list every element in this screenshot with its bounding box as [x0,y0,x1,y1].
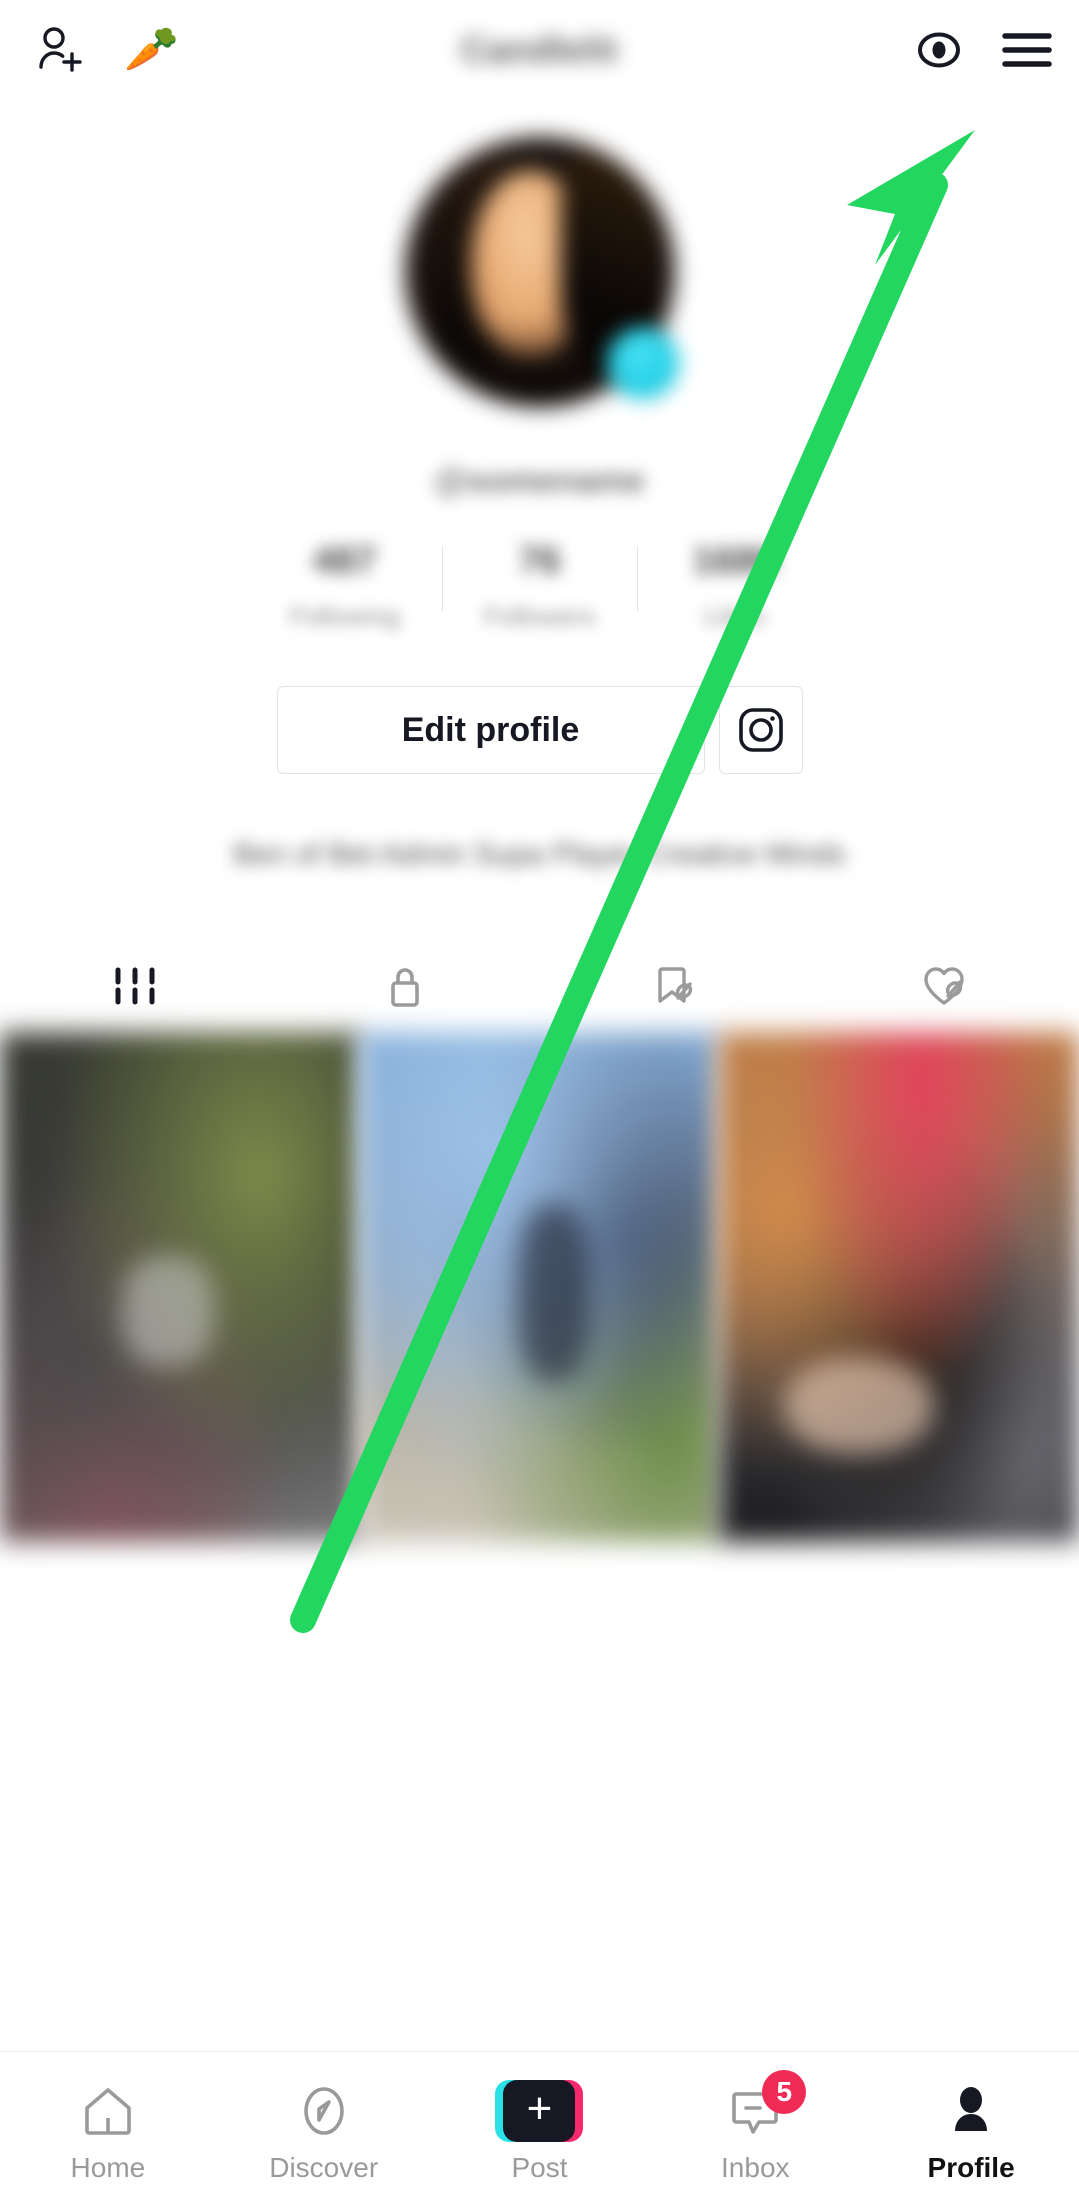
header-right-group [913,24,1053,76]
nav-label: Inbox [721,2151,790,2183]
nav-item-post[interactable]: + Post [432,2052,648,2211]
nav-item-discover[interactable]: Discover [216,2052,432,2211]
lock-icon [378,958,432,1012]
nav-item-home[interactable]: Home [0,2052,216,2211]
nav-label: Post [511,2151,568,2183]
tab-saved[interactable] [540,940,810,1030]
profile-tabbar [0,940,1079,1030]
stat-likes[interactable]: 1686 Likes [638,540,832,632]
video-thumbnail[interactable] [719,1032,1079,1542]
nav-item-profile[interactable]: Profile [863,2052,1079,2211]
nav-label: Home [70,2151,146,2183]
profile-handle: @somename [434,462,645,500]
inbox-icon: 5 [726,2069,807,2140]
grid-icon [108,958,162,1012]
stat-value: 487 [312,540,377,582]
stat-label: Likes [704,601,765,631]
bottom-navigation: Home Discover + Post 5 Inbox Profile [0,2051,1079,2211]
tab-videos[interactable] [0,940,270,1030]
profile-bio: Ben of Bet Admin Supa Player Creative Mi… [233,838,846,871]
nav-label: Profile [927,2151,1015,2183]
stat-label: Following [289,601,400,631]
hamburger-menu-icon[interactable] [1001,28,1053,72]
stat-value: 76 [518,540,561,582]
profile-stats: 487 Following 76 Followers 1686 Likes [0,540,1079,660]
tab-liked[interactable] [809,940,1079,1030]
video-grid [0,1032,1079,1542]
heart-hidden-icon [917,958,971,1012]
stat-value: 1686 [692,540,777,582]
plus-icon: + [495,2079,584,2142]
video-thumbnail[interactable] [0,1032,360,1542]
video-thumbnail[interactable] [359,1032,720,1542]
eye-icon[interactable] [913,24,965,76]
tab-private[interactable] [270,940,540,1030]
person-icon [942,2082,1000,2140]
nav-label: Discover [269,2151,379,2183]
bookmark-hidden-icon [647,958,701,1012]
instagram-icon [736,705,786,755]
tiktok-profile-screen: 🥕 Candlelit @somename 487 Following 76 F… [0,0,1079,2211]
instagram-link-button[interactable] [718,686,803,774]
profile-actions: Edit profile [0,686,1079,774]
inbox-badge: 5 [762,2069,807,2114]
edit-profile-button[interactable]: Edit profile [276,686,705,774]
stat-followers[interactable]: 76 Followers [443,540,637,632]
avatar[interactable] [404,137,679,407]
story-badge[interactable] [606,327,679,399]
stat-following[interactable]: 487 Following [248,540,442,632]
compass-icon [295,2082,353,2140]
nav-item-inbox[interactable]: 5 Inbox [647,2052,863,2211]
stat-label: Followers [483,601,596,631]
home-icon [79,2082,137,2140]
top-header: 🥕 Candlelit [0,0,1079,100]
